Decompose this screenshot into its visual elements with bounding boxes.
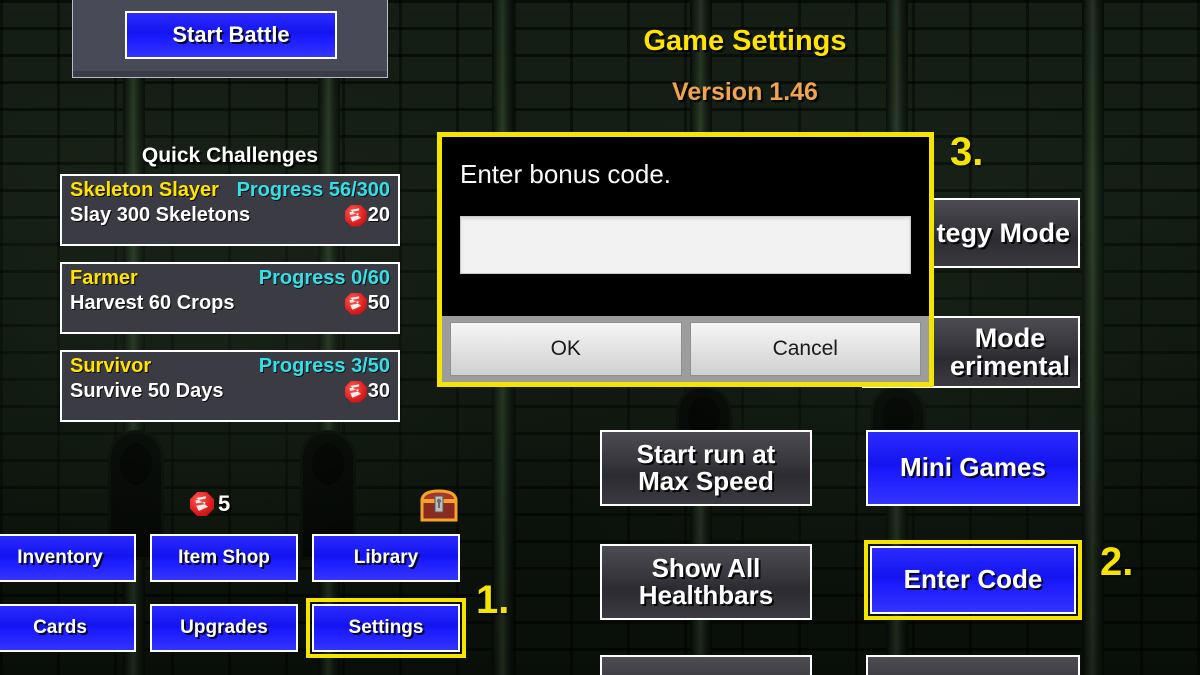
challenge-progress: Progress 56/300	[236, 179, 390, 201]
currency-display: 5	[190, 491, 230, 517]
challenge-progress: Progress 3/50	[258, 355, 390, 377]
dialog-ok-button[interactable]: OK	[450, 322, 682, 376]
setting-button-start-run-max-speed[interactable]: Start run at Max Speed	[600, 430, 812, 506]
annotation-marker-3: 3.	[950, 130, 984, 174]
enter-bonus-code-dialog: Enter bonus code. OK Cancel	[437, 132, 934, 387]
annotation-marker-2: 2.	[1100, 540, 1134, 584]
gem-icon	[344, 292, 367, 315]
setting-button-auto-pick[interactable]: Auto Pick	[866, 655, 1080, 675]
dialog-body: Enter bonus code.	[442, 137, 929, 316]
settings-page-title: Game Settings	[643, 25, 847, 57]
nav-button-upgrades[interactable]: Upgrades	[150, 604, 298, 652]
locked-treasure-chest-icon[interactable]	[420, 488, 458, 522]
challenge-name: Survivor	[70, 355, 152, 377]
dialog-message: Enter bonus code.	[460, 159, 672, 189]
dialog-button-bar: OK Cancel	[442, 316, 929, 382]
gem-icon	[344, 204, 367, 227]
bonus-code-input[interactable]	[460, 216, 911, 274]
nav-button-item-shop[interactable]: Item Shop	[150, 534, 298, 582]
gem-icon	[190, 492, 214, 516]
challenge-card[interactable]: Survivor Progress 3/50 Survive 50 Days 3…	[60, 350, 400, 422]
challenge-description: Survive 50 Days	[70, 380, 224, 402]
gem-icon	[344, 380, 367, 403]
nav-button-library[interactable]: Library	[312, 534, 460, 582]
setting-button-enter-code[interactable]: Enter Code	[864, 540, 1082, 620]
challenge-reward-amount: 20	[367, 204, 390, 226]
setting-button-auto-open[interactable]: Auto Open	[600, 655, 812, 675]
nav-button-inventory[interactable]: Inventory	[0, 534, 136, 582]
annotation-marker-1: 1.	[476, 578, 510, 622]
challenge-name: Skeleton Slayer	[70, 179, 219, 201]
challenge-description: Harvest 60 Crops	[70, 292, 235, 314]
challenge-name: Farmer	[70, 267, 138, 289]
challenge-card[interactable]: Farmer Progress 0/60 Harvest 60 Crops 50	[60, 262, 400, 334]
dialog-cancel-button[interactable]: Cancel	[689, 322, 921, 376]
settings-version-label: Version 1.46	[672, 78, 818, 106]
challenge-description: Slay 300 Skeletons	[70, 204, 251, 226]
challenge-card[interactable]: Skeleton Slayer Progress 56/300 Slay 300…	[60, 174, 400, 246]
nav-button-cards[interactable]: Cards	[0, 604, 136, 652]
challenge-reward: 20	[344, 204, 390, 227]
challenge-progress: Progress 0/60	[258, 267, 390, 289]
challenge-reward-amount: 50	[367, 292, 390, 314]
game-screen: Start Battle Quick Challenges Skeleton S…	[0, 0, 1200, 675]
quick-challenges-title: Quick Challenges	[141, 144, 319, 167]
challenge-reward: 30	[344, 380, 390, 403]
setting-button-show-all-healthbars[interactable]: Show All Healthbars	[600, 544, 812, 620]
nav-button-settings[interactable]: Settings	[306, 598, 466, 658]
setting-button-mini-games[interactable]: Mini Games	[866, 430, 1080, 506]
challenge-reward: 50	[344, 292, 390, 315]
challenge-reward-amount: 30	[367, 380, 390, 402]
currency-amount: 5	[218, 491, 231, 516]
